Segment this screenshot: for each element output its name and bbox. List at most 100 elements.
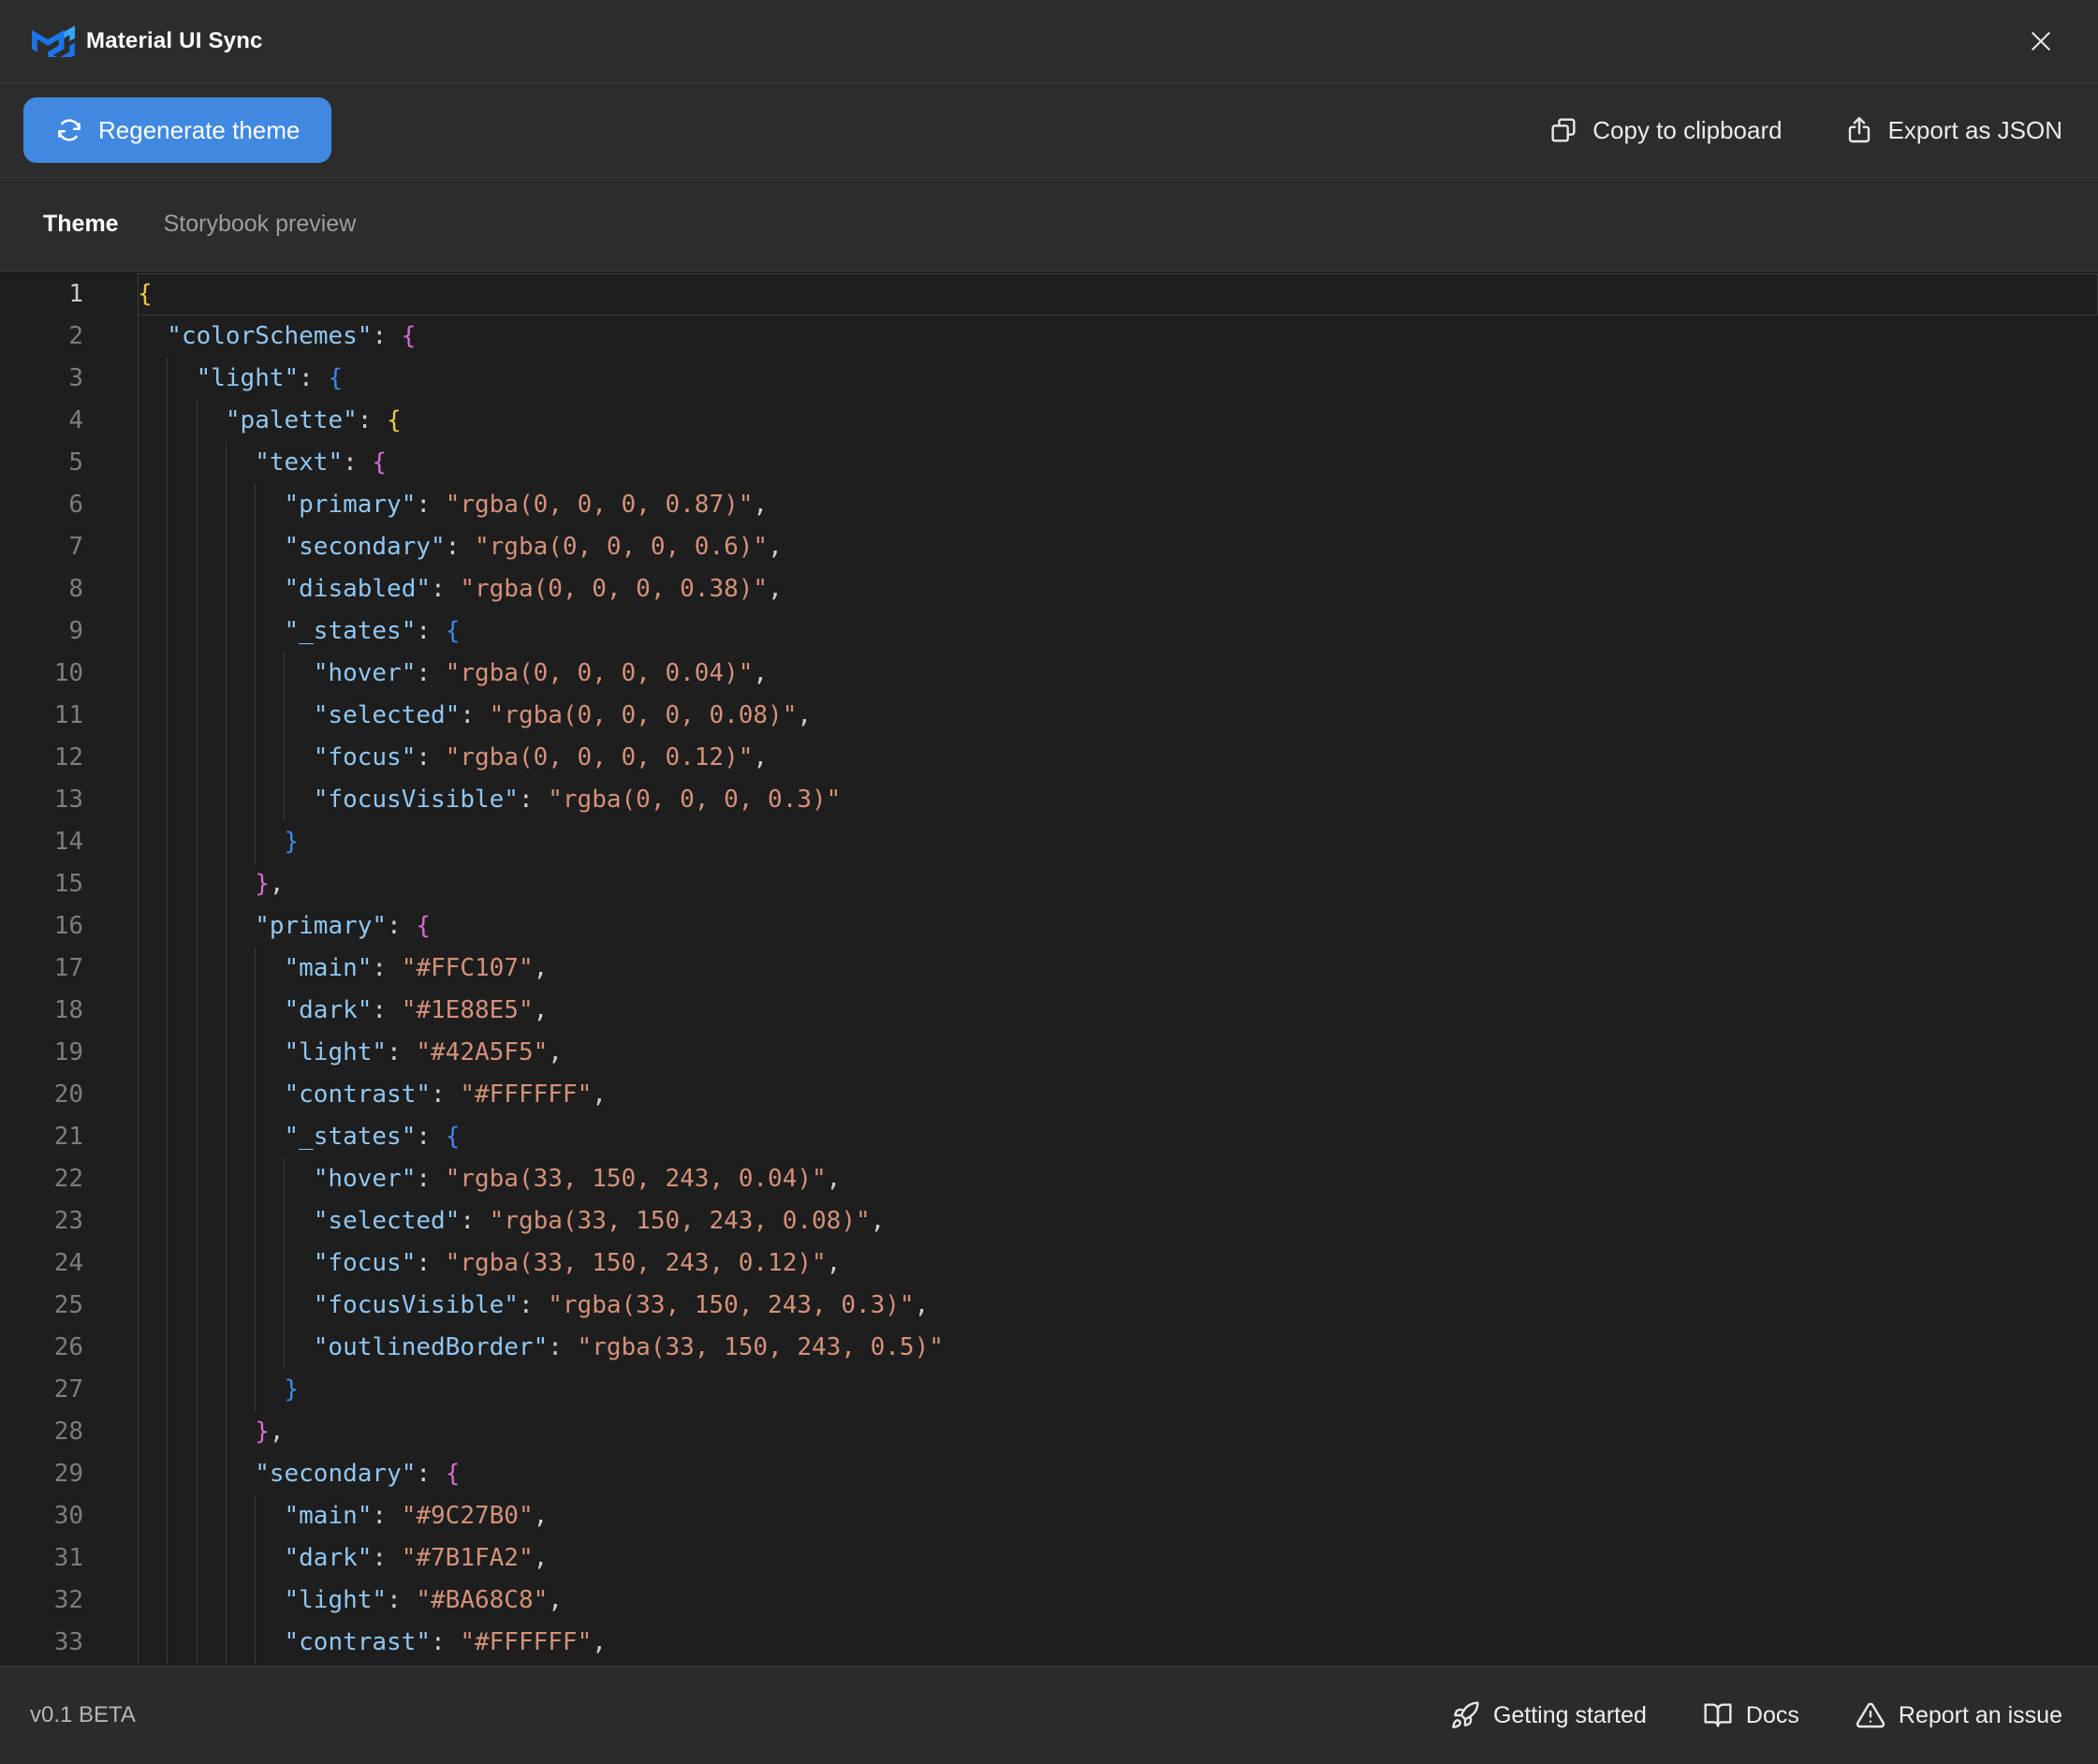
code-token: ,	[797, 701, 812, 729]
code-token: "hover"	[314, 659, 417, 687]
copy-to-clipboard-button[interactable]: Copy to clipboard	[1548, 115, 1782, 145]
tab-theme[interactable]: Theme	[43, 211, 119, 238]
code-token: "rgba(0, 0, 0, 0.6)"	[475, 533, 768, 561]
line-number: 15	[0, 863, 83, 905]
code-token: {	[328, 364, 343, 392]
code-token: :	[343, 448, 372, 477]
getting-started-link[interactable]: Getting started	[1450, 1700, 1647, 1730]
line-content: "selected": "rgba(0, 0, 0, 0.08)",	[138, 695, 2098, 737]
indent-guide	[226, 1411, 255, 1453]
indent-guide	[197, 737, 226, 779]
line-content: "focus": "rgba(33, 150, 243, 0.12)",	[138, 1242, 2098, 1285]
line-number: 12	[0, 737, 83, 779]
code-token: :	[416, 1165, 445, 1193]
line-number: 27	[0, 1369, 83, 1411]
code-token: ,	[753, 743, 768, 772]
code-token: ,	[915, 1291, 930, 1319]
code-token: "focusVisible"	[314, 1291, 519, 1319]
line-number: 5	[0, 442, 83, 484]
code-token: :	[519, 1291, 548, 1319]
indent-guide	[167, 990, 196, 1032]
indent-guide	[284, 653, 313, 695]
report-issue-link[interactable]: Report an issue	[1856, 1700, 2062, 1730]
indent-guide	[167, 610, 196, 653]
code-token: "main"	[284, 954, 372, 982]
indent-guide	[138, 442, 167, 484]
code-line: 15},	[0, 863, 2098, 905]
code-line: 14}	[0, 821, 2098, 863]
tab-bar: Theme Storybook preview	[0, 178, 2098, 272]
code-token: "#42A5F5"	[416, 1038, 548, 1066]
code-token: :	[387, 1038, 416, 1066]
line-number: 11	[0, 695, 83, 737]
indent-guide	[167, 358, 196, 400]
code-line: 6"primary": "rgba(0, 0, 0, 0.87)",	[0, 484, 2098, 526]
header: Material UI Sync	[0, 0, 2098, 83]
docs-link[interactable]: Docs	[1703, 1700, 1799, 1730]
code-line: 11 "selected": "rgba(0, 0, 0, 0.08)",	[0, 695, 2098, 737]
export-as-json-button[interactable]: Export as JSON	[1844, 115, 2062, 145]
indent-guide	[197, 610, 226, 653]
export-icon	[1844, 115, 1874, 145]
line-number: 19	[0, 1032, 83, 1074]
code-token: "rgba(33, 150, 243, 0.5)"	[578, 1333, 944, 1361]
line-number: 33	[0, 1622, 83, 1664]
code-token: }	[255, 1418, 270, 1446]
indent-guide	[138, 948, 167, 990]
line-number: 21	[0, 1116, 83, 1158]
indent-guide	[226, 737, 255, 779]
indent-guide	[167, 1537, 196, 1580]
code-token: "rgba(0, 0, 0, 0.38)"	[460, 575, 768, 603]
indent-guide	[255, 1242, 284, 1285]
indent-guide	[197, 779, 226, 821]
line-content: "selected": "rgba(33, 150, 243, 0.08)",	[138, 1200, 2098, 1242]
code-token: :	[372, 1544, 401, 1572]
indent-guide	[197, 821, 226, 863]
code-token: }	[255, 870, 270, 898]
line-number: 7	[0, 526, 83, 568]
line-content: "focusVisible": "rgba(0, 0, 0, 0.3)"	[138, 779, 2098, 821]
indent-guide	[138, 1453, 167, 1495]
line-content: "contrast": "#FFFFFF",	[138, 1622, 2098, 1664]
indent-guide	[197, 905, 226, 948]
code-token: :	[416, 743, 445, 772]
code-token: ,	[534, 954, 549, 982]
indent-guide	[255, 1369, 284, 1411]
code-token: :	[372, 954, 401, 982]
code-line: 20"contrast": "#FFFFFF",	[0, 1074, 2098, 1116]
theme-json-editor[interactable]: 1{2"colorSchemes": {3"light": {4"palette…	[0, 272, 2098, 1666]
indent-guide	[255, 1622, 284, 1664]
indent-guide	[197, 1495, 226, 1537]
indent-guide	[255, 990, 284, 1032]
indent-guide	[226, 484, 255, 526]
line-content: "light": "#42A5F5",	[138, 1032, 2098, 1074]
copy-to-clipboard-label: Copy to clipboard	[1592, 116, 1782, 145]
indent-guide	[197, 863, 226, 905]
code-token: ,	[827, 1165, 842, 1193]
regenerate-theme-button[interactable]: Regenerate theme	[23, 97, 331, 163]
close-button[interactable]	[2023, 23, 2059, 59]
code-token: "_states"	[284, 617, 416, 645]
indent-guide	[138, 610, 167, 653]
indent-guide	[197, 442, 226, 484]
indent-guide	[284, 695, 313, 737]
code-token: }	[284, 1375, 299, 1404]
code-token: "dark"	[284, 996, 372, 1024]
indent-guide	[138, 316, 167, 358]
tab-storybook-preview[interactable]: Storybook preview	[164, 211, 357, 238]
code-token: :	[387, 1586, 416, 1614]
code-line: 17"main": "#FFC107",	[0, 948, 2098, 990]
regenerate-theme-label: Regenerate theme	[98, 116, 300, 145]
indent-guide	[138, 1622, 167, 1664]
indent-guide	[197, 1622, 226, 1664]
code-token: }	[284, 828, 299, 856]
line-content: "disabled": "rgba(0, 0, 0, 0.38)",	[138, 568, 2098, 610]
line-content: "_states": {	[138, 610, 2098, 653]
code-token: :	[416, 1460, 445, 1488]
code-line: 2"colorSchemes": {	[0, 316, 2098, 358]
indent-guide	[255, 948, 284, 990]
indent-guide	[197, 400, 226, 442]
line-content: "dark": "#1E88E5",	[138, 990, 2098, 1032]
indent-guide	[167, 1453, 196, 1495]
code-token: :	[460, 1207, 489, 1235]
